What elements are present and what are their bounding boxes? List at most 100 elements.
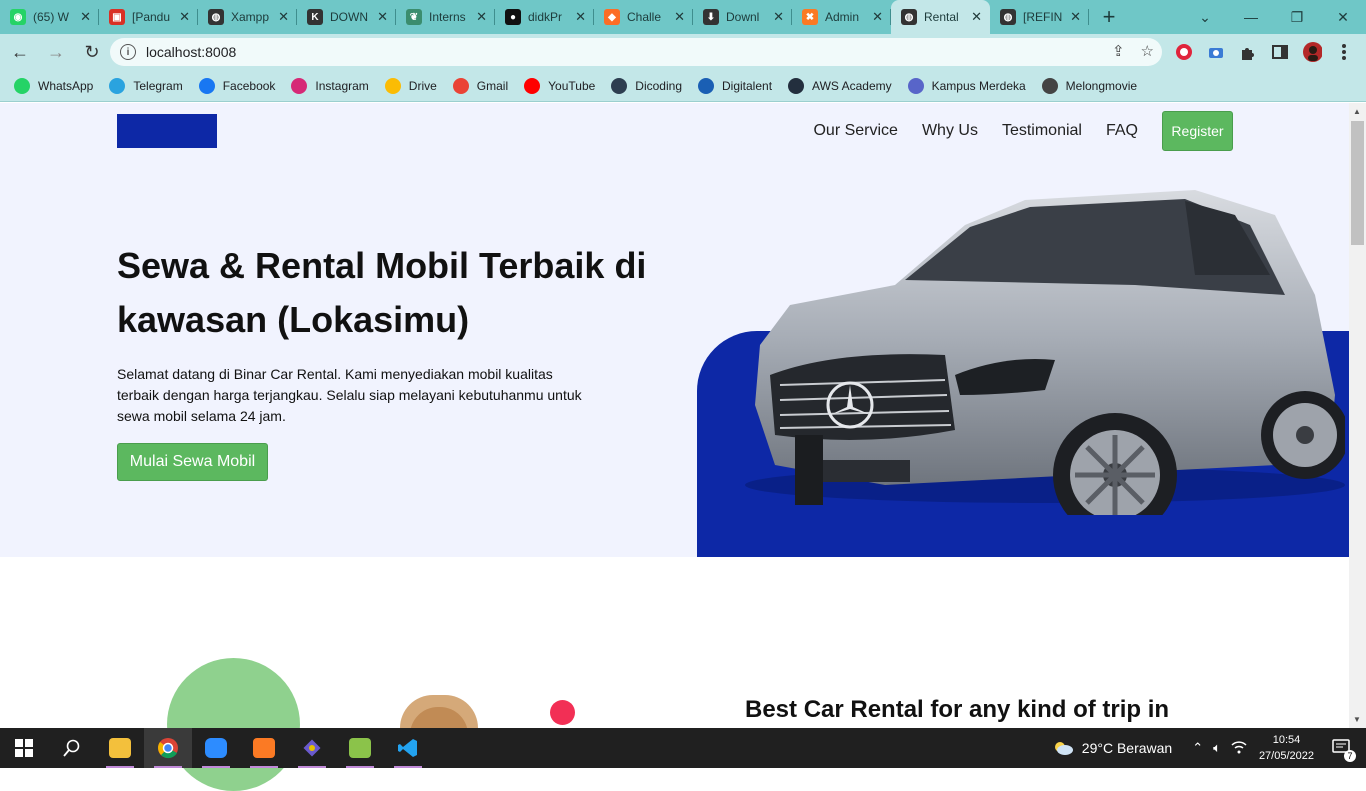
nav-link-faq[interactable]: FAQ — [1106, 122, 1138, 140]
reload-button[interactable]: ↻ — [76, 36, 108, 68]
share-icon[interactable]: ⇪ — [1112, 42, 1125, 60]
browser-tab[interactable]: ❦ Interns ✕ — [396, 0, 495, 34]
weather-cloud-icon[interactable] — [1052, 739, 1074, 758]
profile-avatar-icon[interactable] — [1302, 42, 1322, 62]
facebook-icon — [198, 77, 215, 94]
tab-title: Downl — [726, 10, 760, 24]
zoom-icon[interactable] — [192, 728, 240, 768]
search-icon[interactable] — [48, 728, 96, 768]
notification-icon[interactable]: 7 — [1332, 738, 1356, 762]
close-tab-icon[interactable]: ✕ — [773, 9, 784, 25]
bookmark-item[interactable]: Instagram — [291, 77, 369, 94]
wifi-icon[interactable] — [1231, 740, 1247, 757]
vscode-icon[interactable] — [384, 728, 432, 768]
melongmovie-icon — [1041, 77, 1058, 94]
scroll-down-arrow-icon[interactable]: ▼ — [1353, 715, 1361, 724]
close-tab-icon[interactable]: ✕ — [80, 9, 91, 25]
bookmark-item[interactable]: Drive — [384, 77, 437, 94]
close-tab-icon[interactable]: ✕ — [179, 9, 190, 25]
page-scrollbar[interactable]: ▲ ▼ — [1349, 103, 1366, 728]
chevron-up-icon[interactable]: ⌃ — [1192, 740, 1203, 756]
scroll-up-arrow-icon[interactable]: ▲ — [1353, 107, 1361, 116]
git-icon[interactable] — [288, 728, 336, 768]
windows-taskbar: 29°C Berawan ⌃ 🔈︎ 10:54 27/05/2022 7 — [0, 728, 1366, 768]
bookmark-item[interactable]: Dicoding — [611, 77, 682, 94]
hero-car-image — [745, 190, 1345, 515]
browser-tab[interactable]: K DOWN ✕ — [297, 0, 396, 34]
nav-link-why-us[interactable]: Why Us — [922, 122, 978, 140]
bookmark-item[interactable]: Kampus Merdeka — [907, 77, 1026, 94]
bookmark-item[interactable]: Melongmovie — [1041, 77, 1138, 94]
browser-tab[interactable]: ◍ Xampp ✕ — [198, 0, 297, 34]
register-button[interactable]: Register — [1162, 111, 1233, 151]
close-tab-icon[interactable]: ✕ — [278, 9, 289, 25]
menu-kebab-icon[interactable] — [1334, 42, 1354, 62]
site-info-icon[interactable]: i — [120, 44, 136, 60]
browser-tab[interactable]: ⬇ Downl ✕ — [693, 0, 792, 34]
close-tab-icon[interactable]: ✕ — [575, 9, 586, 25]
nav-link-our-service[interactable]: Our Service — [813, 122, 897, 140]
section-title: Best Car Rental for any kind of trip in — [745, 696, 1170, 723]
browser-tab[interactable]: ◉ (65) W ✕ — [0, 0, 99, 34]
scrollbar-thumb[interactable] — [1351, 121, 1364, 245]
side-panel-icon[interactable] — [1270, 42, 1290, 62]
volume-icon[interactable]: 🔈︎ — [1213, 740, 1221, 756]
close-tab-icon[interactable]: ✕ — [476, 9, 487, 25]
window-controls: ⌄ — ❐ ✕ — [1182, 0, 1366, 34]
browser-tab[interactable]: ✖ Admin ✕ — [792, 0, 891, 34]
restore-button[interactable]: ❐ — [1274, 0, 1320, 34]
browser-tab[interactable]: ◆ Challe ✕ — [594, 0, 693, 34]
browser-tab[interactable]: ▣ [Pandu ✕ — [99, 0, 198, 34]
chrome-icon[interactable] — [144, 728, 192, 768]
bookmark-label: AWS Academy — [812, 78, 892, 93]
extension-camera-icon[interactable] — [1206, 42, 1226, 62]
close-tab-icon[interactable]: ✕ — [674, 9, 685, 25]
globe-icon: ◍ — [901, 9, 917, 25]
start-icon[interactable] — [0, 728, 48, 768]
clock-time: 10:54 — [1272, 734, 1301, 746]
bookmark-item[interactable]: AWS Academy — [788, 77, 892, 94]
dicoding-icon — [611, 77, 628, 94]
site-logo[interactable] — [117, 114, 217, 148]
forward-button[interactable]: → — [40, 36, 72, 68]
hero-title: Sewa & Rental Mobil Terbaik di kawasan (… — [117, 245, 647, 340]
tab-title: Challe — [627, 10, 662, 24]
start-rental-button[interactable]: Mulai Sewa Mobil — [117, 443, 268, 481]
minimize-button[interactable]: — — [1228, 0, 1274, 34]
bookmark-item[interactable]: Telegram — [109, 77, 183, 94]
extensions-puzzle-icon[interactable] — [1238, 42, 1258, 62]
bookmark-item[interactable]: Facebook — [198, 77, 275, 94]
file-explorer-icon[interactable] — [96, 728, 144, 768]
bookmark-label: YouTube — [548, 78, 596, 93]
close-tab-icon[interactable]: ✕ — [872, 9, 883, 25]
decorative-red-dot — [550, 700, 575, 725]
bookmark-item[interactable]: Gmail — [452, 77, 508, 94]
close-tab-icon[interactable]: ✕ — [971, 9, 982, 25]
close-tab-icon[interactable]: ✕ — [1070, 9, 1081, 25]
bookmark-label: Digitalent — [722, 78, 773, 93]
back-button[interactable]: ← — [4, 36, 36, 68]
bookmark-star-icon[interactable]: ☆ — [1141, 42, 1154, 60]
browser-tab[interactable]: ● didkPr ✕ — [495, 0, 594, 34]
bookmark-label: Melongmovie — [1065, 78, 1138, 93]
close-window-button[interactable]: ✕ — [1320, 0, 1366, 34]
notepad-icon[interactable] — [336, 728, 384, 768]
weather-text[interactable]: 29°C Berawan — [1082, 740, 1172, 756]
tab-search-dropdown-icon[interactable]: ⌄ — [1182, 0, 1228, 34]
nav-link-testimonial[interactable]: Testimonial — [1002, 122, 1082, 140]
address-bar[interactable]: i localhost:8008 ⇪ ☆ — [110, 38, 1162, 66]
browser-tab[interactable]: ◍ [REFIN ✕ — [990, 0, 1089, 34]
drive-icon — [384, 77, 401, 94]
new-tab-button[interactable]: + — [1089, 0, 1129, 34]
bookmark-item[interactable]: Digitalent — [698, 77, 773, 94]
bookmark-label: Instagram — [315, 78, 369, 93]
extension-red-icon[interactable] — [1174, 42, 1194, 62]
bookmark-item[interactable]: WhatsApp — [14, 77, 93, 94]
bookmark-item[interactable]: YouTube — [524, 77, 596, 94]
close-tab-icon[interactable]: ✕ — [377, 9, 388, 25]
clock[interactable]: 10:54 27/05/2022 — [1259, 732, 1314, 764]
xampp-icon[interactable] — [240, 728, 288, 768]
browser-tab[interactable]: ◍ Rental ✕ — [891, 0, 990, 34]
gmail-icon — [452, 77, 469, 94]
url-text[interactable]: localhost:8008 — [146, 44, 236, 60]
